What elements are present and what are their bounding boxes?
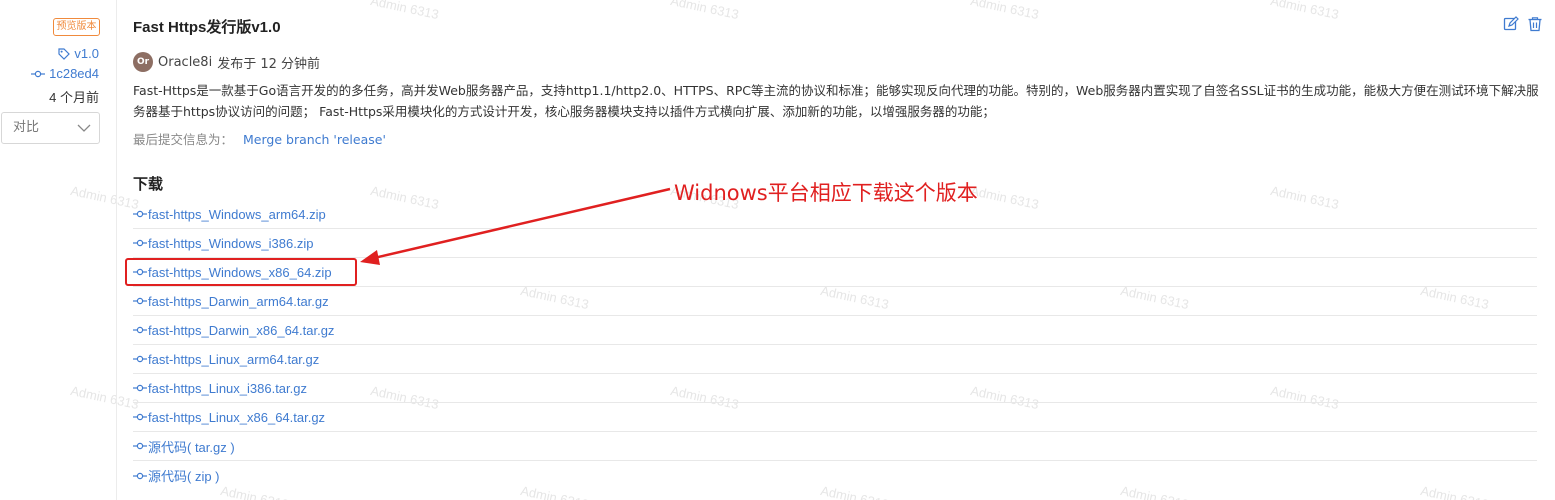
download-label: fast-https_Windows_i386.zip [148, 235, 314, 251]
download-link[interactable]: fast-https_Darwin_x86_64.tar.gz [133, 323, 334, 338]
download-label: 源代码( tar.gz ) [148, 439, 235, 455]
tag-label: v1.0 [74, 46, 99, 61]
release-description: Fast-Https是一款基于Go语言开发的的多任务，高并发Web服务器产品，支… [133, 83, 1539, 119]
download-row: fast-https_Darwin_arm64.tar.gz [133, 287, 1537, 316]
delete-icon[interactable] [1527, 16, 1543, 32]
download-row: 源代码( zip ) [133, 461, 1537, 490]
download-link[interactable]: 源代码( tar.gz ) [133, 437, 235, 456]
published-time: 发布于 12 分钟前 [217, 56, 320, 72]
author-name[interactable]: Oracle8i [158, 55, 212, 70]
commit-icon [133, 239, 147, 247]
compare-select[interactable]: 对比 [1, 112, 100, 144]
release-actions [1503, 16, 1543, 32]
chevron-down-icon [77, 124, 91, 132]
download-row: fast-https_Linux_i386.tar.gz [133, 374, 1537, 403]
tag-link[interactable]: v1.0 [58, 46, 99, 61]
commit-icon [31, 70, 46, 77]
annotation-highlight-box [125, 258, 357, 286]
download-label: fast-https_Linux_arm64.tar.gz [148, 351, 320, 367]
commit-hash: 1c28ed4 [49, 66, 99, 81]
annotation-text: Widnows平台相应下载这个版本 [674, 181, 978, 205]
avatar[interactable]: Or [133, 52, 153, 72]
downloads-heading: 下载 [133, 175, 164, 193]
download-row: fast-https_Linux_arm64.tar.gz [133, 345, 1537, 374]
last-commit-label: 最后提交信息为： [133, 132, 234, 147]
download-label: fast-https_Darwin_arm64.tar.gz [148, 293, 329, 309]
download-link[interactable]: fast-https_Linux_x86_64.tar.gz [133, 410, 325, 425]
commit-icon [133, 210, 147, 218]
download-row: fast-https_Darwin_x86_64.tar.gz [133, 316, 1537, 345]
download-link[interactable]: fast-https_Linux_arm64.tar.gz [133, 352, 319, 367]
release-page: Admin 6313 Admin 6313 Admin 6313 Admin 6313… [0, 0, 1555, 500]
download-label: fast-https_Windows_arm64.zip [148, 206, 326, 222]
edit-icon[interactable] [1503, 16, 1519, 32]
preview-badge: 预览版本 [53, 18, 100, 36]
download-link[interactable]: fast-https_Windows_i386.zip [133, 236, 313, 251]
tag-icon [58, 47, 71, 60]
release-main: Fast Https发行版v1.0 Or Oracle8i 发布于 12 分钟前… [133, 0, 1543, 500]
commit-link[interactable]: 1c28ed4 [31, 66, 99, 81]
download-label: fast-https_Darwin_x86_64.tar.gz [148, 322, 335, 338]
download-link[interactable]: fast-https_Linux_i386.tar.gz [133, 381, 307, 396]
download-label: fast-https_Linux_x86_64.tar.gz [148, 409, 326, 425]
downloads-list: fast-https_Windows_arm64.zip fast-https_W… [133, 200, 1537, 490]
download-link[interactable]: 源代码( zip ) [133, 466, 220, 485]
release-author: Or Oracle8i 发布于 12 分钟前 [133, 52, 320, 72]
commit-icon [133, 326, 147, 334]
commit-icon [133, 297, 147, 305]
commit-icon [133, 442, 147, 450]
download-label: fast-https_Linux_i386.tar.gz [148, 380, 307, 396]
download-link[interactable]: fast-https_Windows_arm64.zip [133, 207, 326, 222]
commit-icon [133, 472, 147, 479]
download-row: fast-https_Linux_x86_64.tar.gz [133, 403, 1537, 432]
last-commit-link[interactable]: Merge branch 'release' [243, 132, 386, 147]
release-time: 4 个月前 [49, 90, 99, 105]
release-sidebar: 预览版本 v1.0 1c28ed4 4 个月前 对比 [0, 0, 117, 500]
compare-label: 对比 [13, 120, 40, 135]
commit-icon [133, 384, 147, 392]
download-row: 源代码( tar.gz ) [133, 432, 1537, 461]
commit-icon [133, 413, 147, 421]
download-row: fast-https_Windows_i386.zip [133, 229, 1537, 258]
last-commit: 最后提交信息为： Merge branch 'release' [133, 129, 386, 148]
download-link[interactable]: fast-https_Darwin_arm64.tar.gz [133, 294, 329, 309]
download-label: 源代码( zip ) [148, 469, 220, 484]
release-title: Fast Https发行版v1.0 [133, 19, 281, 36]
commit-icon [133, 355, 147, 363]
